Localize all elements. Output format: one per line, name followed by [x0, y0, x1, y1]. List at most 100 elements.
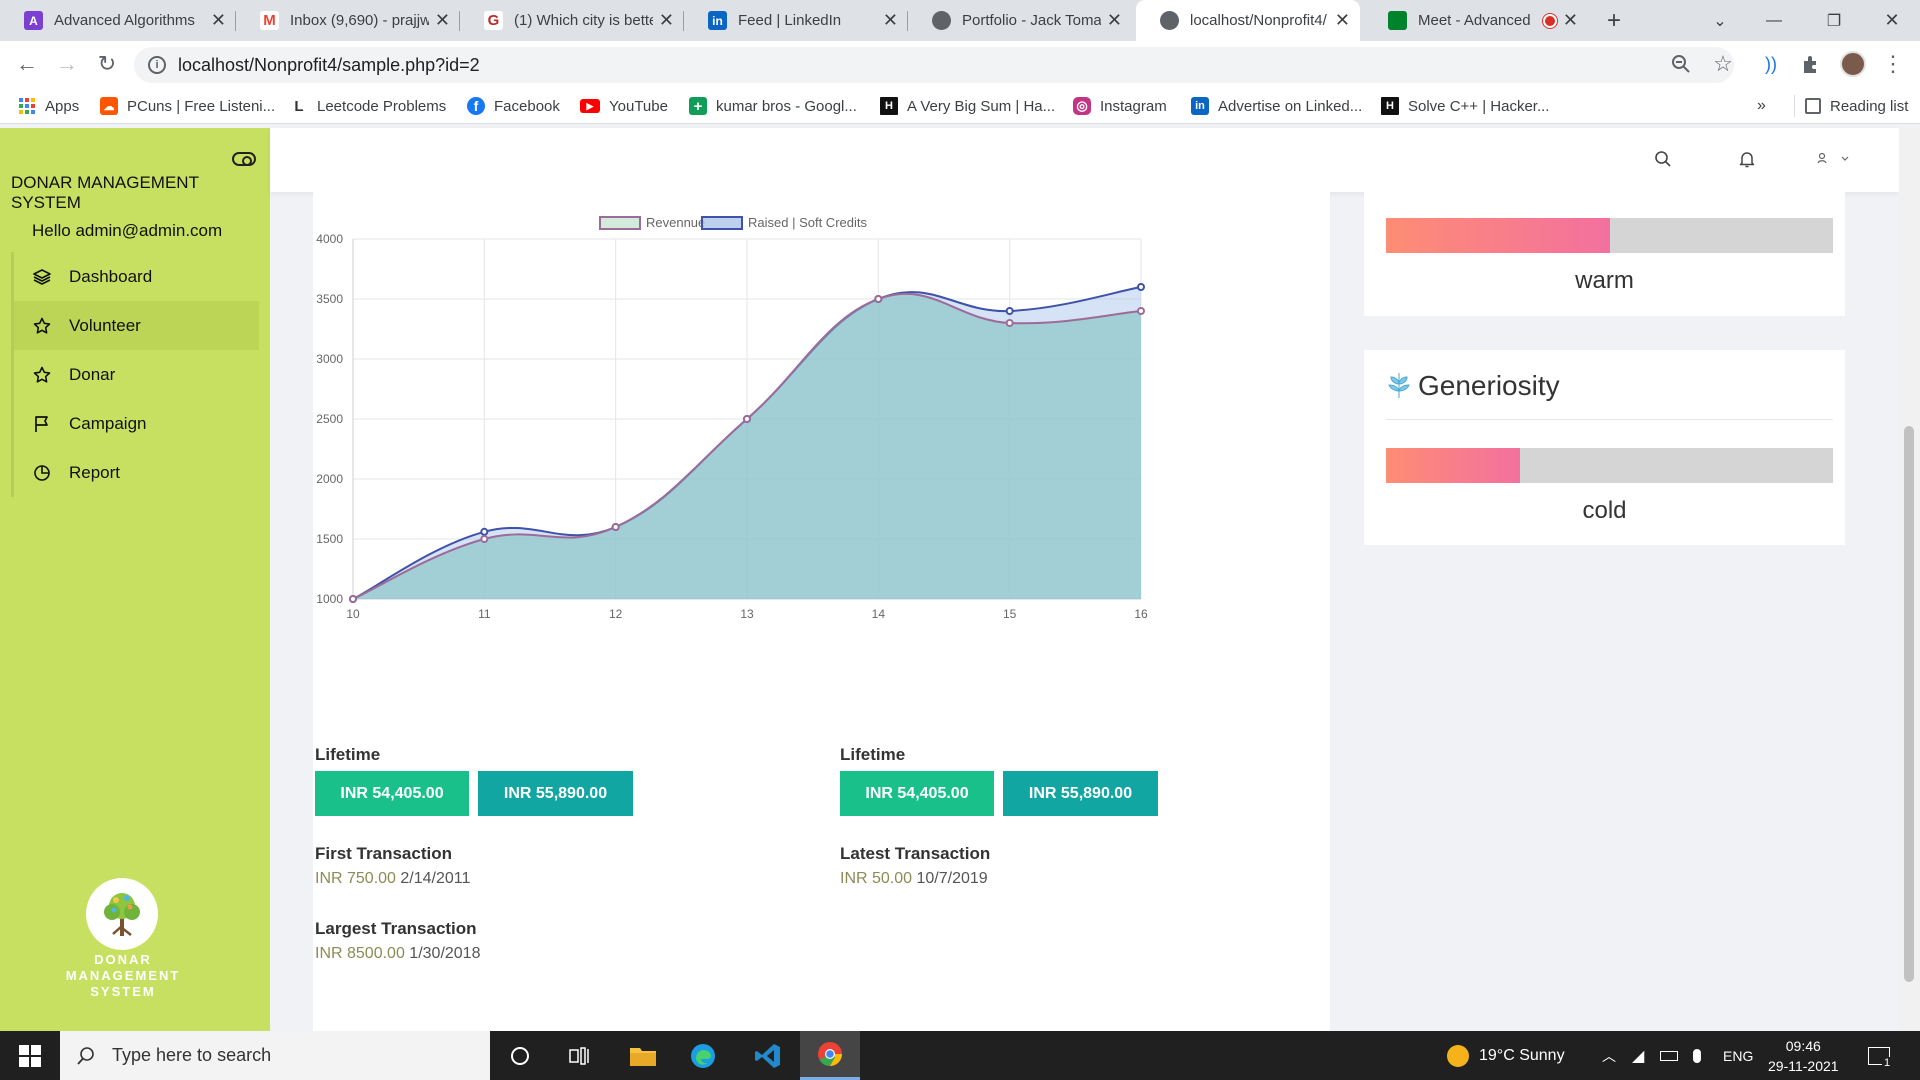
tab-title: Feed | LinkedIn	[738, 12, 842, 29]
menu-kebab-icon[interactable]: ⋮	[1878, 49, 1908, 79]
bookmark-apps[interactable]: Apps	[18, 95, 79, 117]
zoom-icon[interactable]	[1666, 49, 1696, 79]
bookmark-youtube[interactable]: ▶ YouTube	[580, 95, 668, 117]
generosity-label: cold	[1582, 497, 1627, 524]
sidebar-item-donar[interactable]: Donar	[14, 350, 259, 399]
language-indicator[interactable]: ENG	[1723, 1031, 1753, 1080]
classroom-icon: A	[24, 11, 43, 30]
task-view-icon[interactable]	[550, 1031, 610, 1080]
extensions-icon[interactable]	[1796, 49, 1826, 79]
tab-quora[interactable]: G (1) Which city is better ✕	[460, 0, 684, 41]
bookmark-label: Leetcode Problems	[317, 97, 447, 115]
address-bar[interactable]: i localhost/Nonprofit4/sample.php?id=2	[134, 47, 1734, 83]
battery-icon[interactable]	[1660, 1031, 1678, 1080]
sidebar-item-volunteer[interactable]: Volunteer	[14, 301, 259, 350]
sidebar: DONAR MANAGEMENT SYSTEM Hello admin@admi…	[0, 128, 270, 1031]
bookmark-label: kumar bros - Googl...	[716, 97, 857, 115]
taskbar-search[interactable]: Type here to search	[60, 1031, 490, 1080]
scrollbar-thumb[interactable]	[1904, 426, 1914, 982]
search-placeholder: Type here to search	[112, 1045, 272, 1065]
tab-portfolio[interactable]: Portfolio - Jack Tomas ✕	[908, 0, 1132, 41]
browser-window: { "browser": { "tabs": [ {"title": "Adva…	[0, 0, 1920, 1080]
avatar[interactable]	[1838, 49, 1868, 79]
notification-center-icon[interactable]: 1	[1868, 1031, 1893, 1080]
y-tick-label: 3000	[316, 352, 343, 366]
tray-up-arrow-icon[interactable]: ︿	[1602, 1031, 1616, 1080]
page-scrollbar[interactable]	[1899, 128, 1920, 1031]
x-tick-label: 15	[1003, 607, 1017, 621]
tab-linkedin[interactable]: in Feed | LinkedIn ✕	[684, 0, 908, 41]
chrome-icon[interactable]	[800, 1031, 860, 1080]
latest-transaction-date: 10/7/2019	[916, 870, 988, 887]
clock[interactable]: 09:46 29-11-2021	[1768, 1031, 1839, 1080]
network-icon[interactable]: ◢	[1632, 1031, 1644, 1080]
weather-widget[interactable]: 19°C Sunny	[1447, 1031, 1565, 1080]
bookmark-facebook[interactable]: f Facebook	[467, 95, 560, 117]
cortana-icon[interactable]	[490, 1031, 550, 1080]
tab-search-icon[interactable]: ⌄	[1692, 0, 1748, 41]
bookmark-star-icon[interactable]: ☆	[1708, 49, 1738, 79]
new-tab-icon[interactable]: +	[1586, 0, 1642, 41]
close-window-icon[interactable]: ✕	[1864, 0, 1920, 41]
search-icon[interactable]	[1652, 148, 1674, 170]
data-point	[480, 527, 489, 536]
close-tab-icon[interactable]: ✕	[1335, 10, 1350, 31]
tab-title: Meet - Advanced	[1418, 12, 1531, 29]
back-icon[interactable]: ←	[12, 49, 42, 79]
close-tab-icon[interactable]: ✕	[1107, 10, 1122, 31]
bookmark-pcuns[interactable]: ☁ PCuns | Free Listeni...	[100, 95, 275, 117]
lifetime-raised-button[interactable]: INR 55,890.00	[1003, 771, 1158, 816]
legend-swatch	[599, 216, 641, 230]
extension-audio-icon[interactable]: ))	[1756, 49, 1786, 79]
bookmark-advertise-linkedin[interactable]: in Advertise on Linked...	[1191, 95, 1362, 117]
sidebar-menu: Dashboard Volunteer Donar Campaign Repor…	[11, 252, 259, 497]
microphone-icon[interactable]	[1693, 1031, 1701, 1080]
data-point	[1137, 283, 1145, 291]
edge-icon[interactable]	[673, 1031, 733, 1080]
sidebar-item-campaign[interactable]: Campaign	[14, 399, 259, 448]
lifetime-raised-button[interactable]: INR 55,890.00	[478, 771, 633, 816]
reading-list[interactable]: Reading list	[1794, 95, 1908, 117]
google-sheets-icon: +	[689, 97, 707, 115]
bookmark-solve-cpp[interactable]: H Solve C++ | Hacker...	[1381, 95, 1549, 117]
maximize-icon[interactable]: ❐	[1806, 0, 1862, 41]
latest-transaction-label: Latest Transaction	[840, 844, 991, 863]
x-tick-label: 10	[346, 607, 360, 621]
close-tab-icon[interactable]: ✕	[1563, 10, 1578, 31]
close-tab-icon[interactable]: ✕	[435, 10, 450, 31]
generosity-bar-fill	[1386, 448, 1521, 483]
sidebar-toggle-icon[interactable]	[232, 152, 256, 166]
close-tab-icon[interactable]: ✕	[659, 10, 674, 31]
bookmark-instagram[interactable]: ◎ Instagram	[1073, 95, 1167, 117]
linkedin-icon: in	[708, 11, 727, 30]
more-bookmarks-icon[interactable]: »	[1757, 95, 1766, 117]
tab-localhost[interactable]: localhost/Nonprofit4/ ✕	[1136, 0, 1360, 41]
bookmark-kumar-bros[interactable]: + kumar bros - Googl...	[689, 95, 857, 117]
minimize-icon[interactable]: —	[1746, 0, 1802, 41]
file-explorer-icon[interactable]	[613, 1031, 673, 1080]
user-menu-icon[interactable]	[1814, 148, 1854, 170]
sidebar-item-report[interactable]: Report	[14, 448, 259, 497]
bell-icon[interactable]	[1736, 148, 1758, 170]
sidebar-item-dashboard[interactable]: Dashboard	[14, 252, 259, 301]
bookmark-very-big-sum[interactable]: H A Very Big Sum | Ha...	[880, 95, 1055, 117]
reload-icon[interactable]: ↻	[92, 49, 122, 79]
sidebar-item-label: Campaign	[69, 413, 147, 433]
forward-icon[interactable]: →	[52, 49, 82, 79]
youtube-icon: ▶	[580, 99, 600, 113]
legend-swatch	[701, 216, 743, 230]
vscode-icon[interactable]	[738, 1031, 798, 1080]
tab-meet[interactable]: Meet - Advanced ✕	[1364, 0, 1588, 41]
close-tab-icon[interactable]: ✕	[211, 10, 226, 31]
lifetime-amount-button[interactable]: INR 54,405.00	[315, 771, 469, 816]
hackerrank-icon: H	[880, 97, 898, 115]
layers-icon	[32, 267, 52, 287]
site-info-icon[interactable]: i	[148, 56, 166, 74]
tab-gmail[interactable]: M Inbox (9,690) - prajjwal ✕	[236, 0, 460, 41]
bookmark-leetcode[interactable]: L Leetcode Problems	[290, 95, 446, 117]
tab-advanced-algorithms[interactable]: A Advanced Algorithms ✕	[0, 0, 236, 41]
windows-start-icon[interactable]	[0, 1031, 60, 1080]
lifetime-amount-button[interactable]: INR 54,405.00	[840, 771, 994, 816]
greeting: Hello admin@admin.com	[32, 221, 223, 240]
close-tab-icon[interactable]: ✕	[883, 10, 898, 31]
